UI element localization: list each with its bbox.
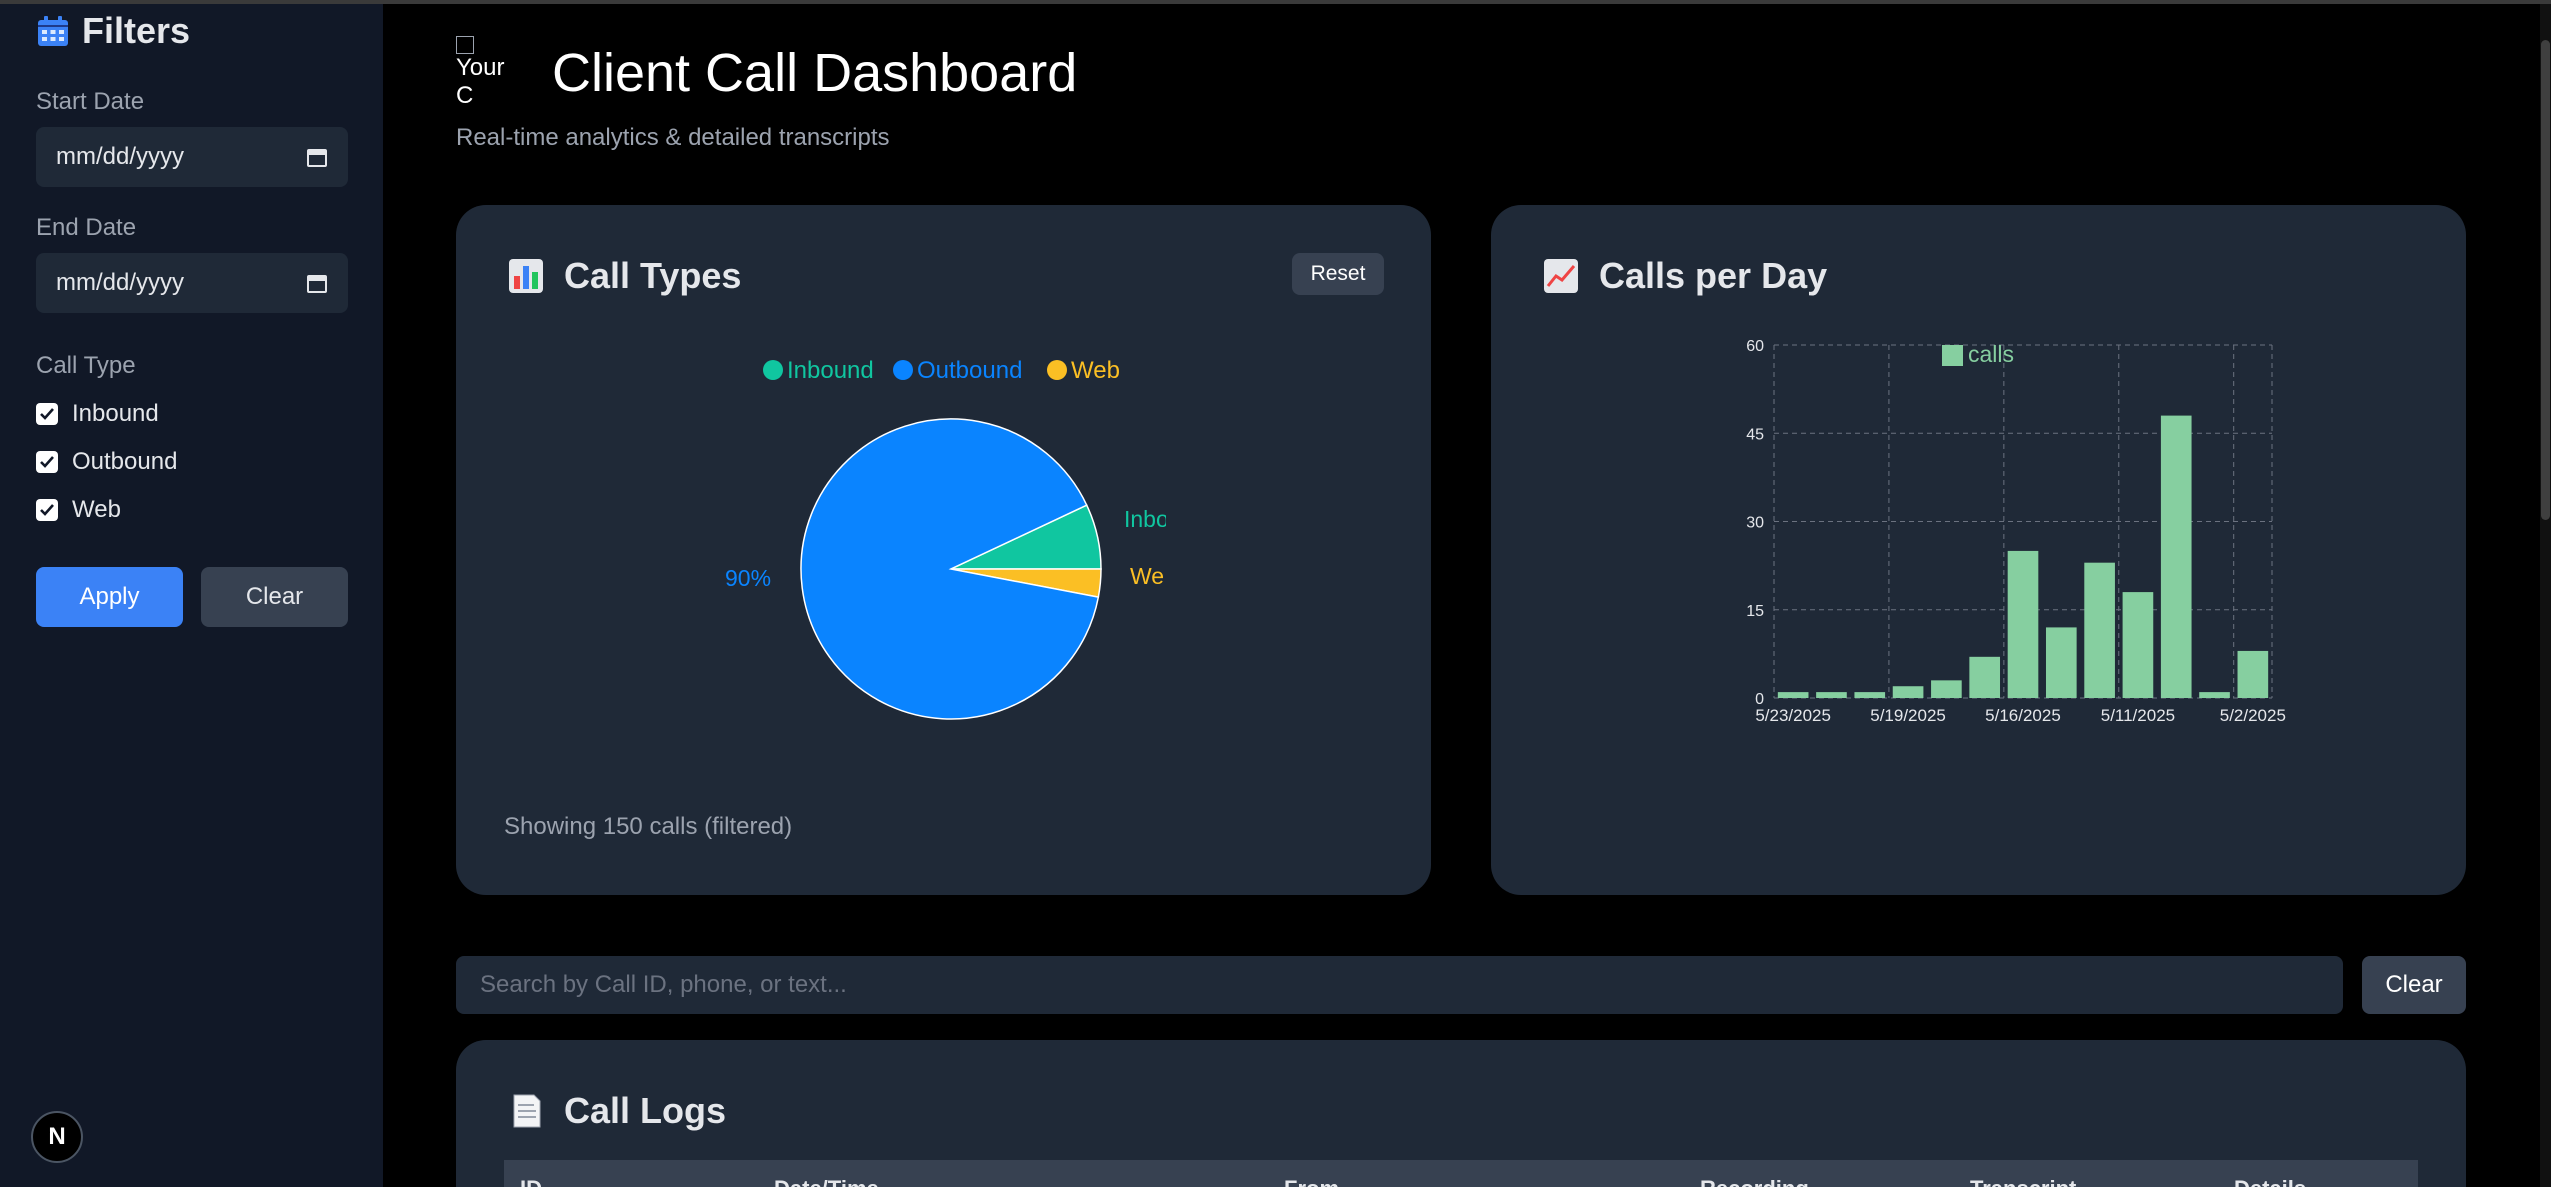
column-header-recording[interactable]: Recording <box>1700 1176 1809 1187</box>
bar[interactable] <box>2237 650 2269 698</box>
call-logs-title-text: Call Logs <box>564 1090 727 1131</box>
call-logs-card: Call Logs ID Date/Time From Recording Tr… <box>456 1040 2466 1187</box>
bar[interactable] <box>1931 680 1962 698</box>
document-icon <box>513 1094 541 1128</box>
showing-count: Showing 150 calls (filtered) <box>504 813 793 840</box>
bar[interactable] <box>1854 692 1886 698</box>
x-tick-label: 5/16/2025 <box>1985 706 2061 725</box>
y-tick-label: 45 <box>1746 426 1764 443</box>
bar[interactable] <box>2122 592 2154 698</box>
apply-button[interactable]: Apply <box>36 567 183 627</box>
end-date-label: End Date <box>36 214 137 241</box>
y-tick-label: 15 <box>1746 603 1764 620</box>
checkbox-checked-icon[interactable] <box>36 403 58 425</box>
checkbox-label: Outbound <box>72 448 178 475</box>
nextjs-badge[interactable]: N <box>31 1111 83 1163</box>
call-types-pie-chart[interactable]: Inbound Outbound Web Inbo 90% We <box>456 205 1431 895</box>
bar[interactable] <box>2007 550 2039 698</box>
checkbox-outbound[interactable]: Outbound <box>36 448 177 476</box>
legend-label[interactable]: Inbound <box>787 357 874 384</box>
calls-per-day-bar-chart[interactable]: 0153045605/23/2025 5/19/2025 5/16/2025 5/11… <box>1491 205 2466 895</box>
logo-alt-text: Your C <box>456 54 505 106</box>
legend-label[interactable]: Web <box>1071 357 1120 384</box>
broken-image-icon <box>456 36 474 54</box>
bar[interactable] <box>2084 562 2115 698</box>
x-tick-label: 5/11/2025 <box>2101 706 2175 725</box>
start-date-input[interactable]: mm/dd/yyyy <box>36 127 348 187</box>
x-tick-label: 5/2/2025 <box>2220 706 2286 725</box>
calls-per-day-card: Calls per Day 0 15 30 45 60 5/23/2025 5/19/202… <box>1491 205 2466 895</box>
bar[interactable] <box>2045 627 2077 698</box>
x-tick-label: 5/19/2025 <box>1870 706 1946 725</box>
column-header-id[interactable]: ID <box>520 1176 542 1187</box>
legend-label[interactable]: calls <box>1968 341 2014 367</box>
column-header-transcript[interactable]: Transcript <box>1970 1176 2076 1187</box>
checkbox-label: Web <box>72 496 121 523</box>
call-type-label: Call Type <box>36 352 136 379</box>
bar[interactable] <box>1969 656 2001 698</box>
date-picker-icon[interactable] <box>306 146 328 168</box>
start-date-value: mm/dd/yyyy <box>56 143 185 170</box>
end-date-value: mm/dd/yyyy <box>56 269 185 296</box>
bar[interactable] <box>2199 692 2230 698</box>
legend-marker[interactable] <box>893 360 913 380</box>
checkbox-web[interactable]: Web <box>36 496 121 524</box>
pie-label-web: We <box>1130 563 1164 589</box>
filters-title: Filters <box>36 10 190 52</box>
search-clear-button[interactable]: Clear <box>2362 956 2466 1014</box>
legend-marker[interactable] <box>1047 360 1067 380</box>
calendar-icon <box>38 16 68 46</box>
search-input[interactable] <box>456 956 2343 1014</box>
bar[interactable] <box>1892 686 1924 698</box>
bar[interactable] <box>2160 415 2192 698</box>
logo-image: Your C <box>456 36 512 106</box>
column-header-from[interactable]: From <box>1284 1176 1339 1187</box>
clear-filters-button[interactable]: Clear <box>201 567 348 627</box>
bar[interactable] <box>1777 692 1809 698</box>
filters-sidebar: Filters Start Date mm/dd/yyyy End Date m… <box>0 4 383 1187</box>
call-types-card: Call Types Reset Inbound Outbound Web Inbo 9… <box>456 205 1431 895</box>
legend-label[interactable]: Outbound <box>917 357 1022 384</box>
pie-label-outbound: 90% <box>725 565 771 591</box>
x-tick-label: 5/23/2025 <box>1755 706 1831 725</box>
page-scrollbar-thumb[interactable] <box>2541 40 2550 520</box>
column-header-details[interactable]: Details <box>2234 1176 2306 1187</box>
checkbox-label: Inbound <box>72 400 159 427</box>
checkbox-checked-icon[interactable] <box>36 499 58 521</box>
table-header-row: ID Date/Time From Recording Transcript D… <box>504 1160 2418 1187</box>
legend-marker[interactable] <box>763 360 783 380</box>
end-date-input[interactable]: mm/dd/yyyy <box>36 253 348 313</box>
page-title: Client Call Dashboard <box>552 43 1078 103</box>
checkbox-inbound[interactable]: Inbound <box>36 400 159 428</box>
call-logs-title: Call Logs <box>508 1090 726 1132</box>
start-date-label: Start Date <box>36 88 145 115</box>
bar[interactable] <box>1816 692 1847 698</box>
pie-label-inbound: Inbo <box>1124 506 1169 532</box>
date-picker-icon[interactable] <box>306 272 328 294</box>
legend-marker[interactable] <box>1942 345 1963 366</box>
page-subtitle: Real-time analytics & detailed transcrip… <box>456 124 890 151</box>
filters-title-text: Filters <box>82 10 191 51</box>
y-tick-label: 60 <box>1746 338 1764 355</box>
y-tick-label: 30 <box>1746 515 1764 532</box>
checkbox-checked-icon[interactable] <box>36 451 58 473</box>
column-header-datetime[interactable]: Date/Time <box>774 1176 879 1187</box>
